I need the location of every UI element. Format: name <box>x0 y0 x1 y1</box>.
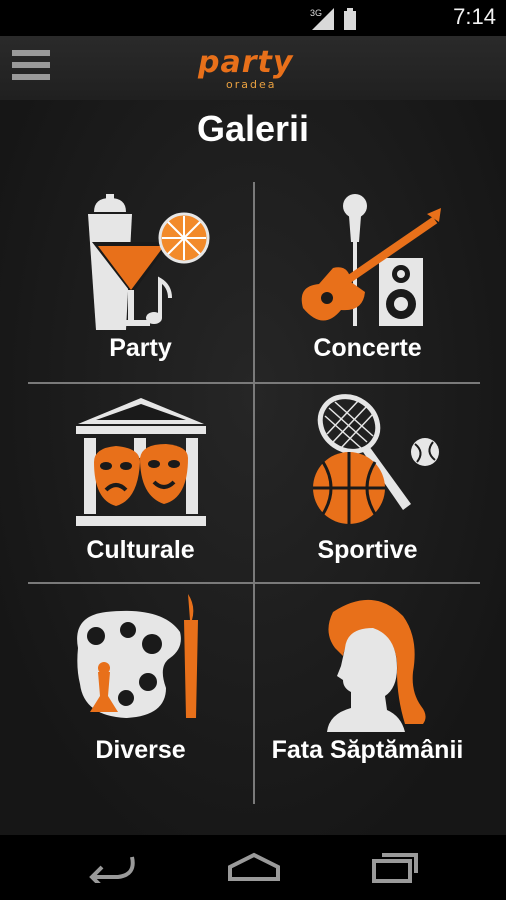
action-bar: party oradea <box>0 36 506 101</box>
category-label: Concerte <box>313 334 422 362</box>
woman-silhouette-icon <box>326 599 426 732</box>
palette-brush-icon <box>76 594 198 718</box>
back-icon[interactable] <box>88 849 138 883</box>
cocktail-icon <box>87 194 209 330</box>
battery-icon <box>344 11 356 30</box>
guitar-microphone-icon <box>301 194 441 326</box>
page-title: Galerii <box>196 108 310 149</box>
category-concerte[interactable]: Concerte <box>255 182 480 382</box>
app-logo: party oradea <box>198 48 308 92</box>
category-fata-saptamanii[interactable]: Fata Săptămânii <box>255 584 480 784</box>
logo-text: party <box>198 45 294 80</box>
category-grid: Party Concerte Culturale Sportive Divers… <box>28 182 480 804</box>
status-time: 7:14 <box>453 4 496 29</box>
category-label: Diverse <box>95 736 186 764</box>
category-label: Fata Săptămânii <box>271 736 464 764</box>
gallery-content: Galerii Party Concerte Culturale Sportiv… <box>0 100 506 835</box>
hamburger-menu-icon[interactable] <box>12 50 50 86</box>
category-diverse[interactable]: Diverse <box>28 584 253 784</box>
recents-icon[interactable] <box>370 849 420 883</box>
status-icons: 3G <box>310 8 356 30</box>
category-label: Culturale <box>86 536 195 564</box>
sports-balls-icon <box>312 394 439 524</box>
theater-masks-icon <box>75 398 206 526</box>
category-culturale[interactable]: Culturale <box>28 384 253 584</box>
home-icon[interactable] <box>226 849 282 883</box>
category-label: Sportive <box>317 536 418 564</box>
category-sportive[interactable]: Sportive <box>255 384 480 584</box>
system-nav-bar <box>0 835 506 900</box>
network-type: 3G <box>310 8 322 18</box>
category-label: Party <box>109 334 172 362</box>
logo-subtext: oradea <box>226 78 277 91</box>
category-party[interactable]: Party <box>28 182 253 382</box>
status-bar: 3G 7:14 <box>0 0 506 36</box>
